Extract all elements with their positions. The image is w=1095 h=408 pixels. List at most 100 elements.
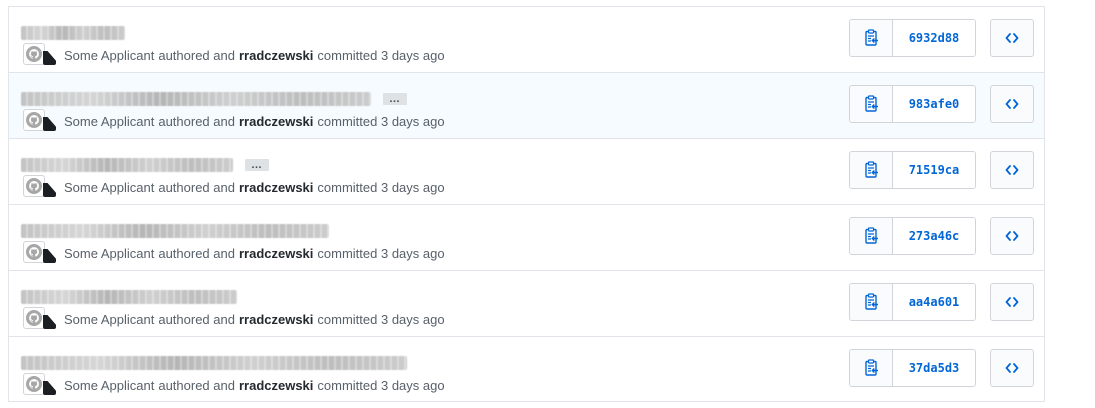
commit-title-redacted[interactable] — [21, 224, 329, 238]
commit-title-redacted[interactable] — [21, 92, 371, 106]
code-icon — [1005, 99, 1019, 109]
commit-title-wrap: … — [21, 156, 269, 174]
github-avatar-icon — [26, 244, 42, 260]
authored-text: authored and — [158, 47, 235, 63]
commit-sha-link[interactable]: 983afe0 — [893, 86, 975, 122]
avatar[interactable] — [23, 373, 45, 395]
commit-title-redacted[interactable] — [21, 356, 407, 370]
avatar[interactable] — [23, 241, 45, 263]
authored-text: authored and — [158, 311, 235, 327]
code-icon — [1005, 363, 1019, 373]
commit-sha-link[interactable]: 273a46c — [893, 218, 975, 254]
commit-list: Some Applicant authored and rradczewski … — [8, 6, 1045, 402]
committed-time-text: committed 3 days ago — [317, 179, 445, 195]
copy-sha-button[interactable] — [850, 350, 893, 386]
commit-title-wrap — [21, 24, 125, 42]
browse-repo-button[interactable] — [990, 151, 1034, 189]
authored-text: authored and — [158, 113, 235, 129]
clipboard-copy-icon — [865, 359, 878, 376]
commit-title-redacted[interactable] — [21, 158, 233, 172]
sha-button-group: aa4a601 — [849, 283, 976, 321]
code-icon — [1005, 165, 1019, 175]
commit-title-wrap: … — [21, 90, 407, 108]
avatar-group — [23, 175, 57, 199]
committer-avatar[interactable] — [43, 51, 56, 65]
clipboard-copy-icon — [865, 227, 878, 244]
commit-committer[interactable]: rradczewski — [239, 312, 313, 327]
avatar[interactable] — [23, 43, 45, 65]
commit-row: Some Applicant authored and rradczewski … — [9, 271, 1044, 337]
commit-row: Some Applicant authored and rradczewski … — [9, 337, 1044, 401]
committed-time-text: committed 3 days ago — [317, 377, 445, 393]
commit-meta: Some Applicant authored and rradczewski … — [23, 241, 445, 265]
copy-sha-button[interactable] — [850, 20, 893, 56]
avatar[interactable] — [23, 109, 45, 131]
committed-time-text: committed 3 days ago — [317, 113, 445, 129]
committer-avatar[interactable] — [43, 117, 56, 131]
commit-author[interactable]: Some Applicant — [64, 312, 154, 327]
commit-title-redacted[interactable] — [21, 26, 125, 40]
browse-repo-button[interactable] — [990, 349, 1034, 387]
commit-committer[interactable]: rradczewski — [239, 246, 313, 261]
copy-sha-button[interactable] — [850, 284, 893, 320]
commit-row: … Some Applicant authored and rradczewsk… — [9, 73, 1044, 139]
authored-text: authored and — [158, 377, 235, 393]
commit-author[interactable]: Some Applicant — [64, 246, 154, 261]
committer-avatar[interactable] — [43, 183, 56, 197]
commit-author[interactable]: Some Applicant — [64, 114, 154, 129]
commit-committer[interactable]: rradczewski — [239, 114, 313, 129]
browse-repo-button[interactable] — [990, 85, 1034, 123]
github-avatar-icon — [26, 178, 42, 194]
committed-time-text: committed 3 days ago — [317, 245, 445, 261]
commit-meta: Some Applicant authored and rradczewski … — [23, 373, 445, 397]
github-avatar-icon — [26, 376, 42, 392]
commit-committer[interactable]: rradczewski — [239, 180, 313, 195]
avatar-group — [23, 307, 57, 331]
commit-committer[interactable]: rradczewski — [239, 48, 313, 63]
commit-row: Some Applicant authored and rradczewski … — [9, 7, 1044, 73]
clipboard-copy-icon — [865, 29, 878, 46]
committed-time-text: committed 3 days ago — [317, 311, 445, 327]
commit-title-redacted[interactable] — [21, 290, 237, 304]
avatar-group — [23, 43, 57, 67]
github-avatar-icon — [26, 310, 42, 326]
code-icon — [1005, 297, 1019, 307]
committed-time-text: committed 3 days ago — [317, 47, 445, 63]
committer-avatar[interactable] — [43, 315, 56, 329]
commit-author[interactable]: Some Applicant — [64, 48, 154, 63]
clipboard-copy-icon — [865, 293, 878, 310]
committer-avatar[interactable] — [43, 249, 56, 263]
committer-avatar[interactable] — [43, 381, 56, 395]
sha-button-group: 6932d88 — [849, 19, 976, 57]
commit-row: … Some Applicant authored and rradczewsk… — [9, 139, 1044, 205]
sha-button-group: 71519ca — [849, 151, 976, 189]
commit-meta: Some Applicant authored and rradczewski … — [23, 307, 445, 331]
avatar[interactable] — [23, 307, 45, 329]
commit-sha-link[interactable]: 37da5d3 — [893, 350, 975, 386]
commit-author[interactable]: Some Applicant — [64, 378, 154, 393]
commit-sha-link[interactable]: aa4a601 — [893, 284, 975, 320]
copy-sha-button[interactable] — [850, 86, 893, 122]
browse-repo-button[interactable] — [990, 217, 1034, 255]
expand-message-button[interactable]: … — [245, 159, 269, 171]
sha-button-group: 983afe0 — [849, 85, 976, 123]
avatar[interactable] — [23, 175, 45, 197]
avatar-group — [23, 241, 57, 265]
commit-row: Some Applicant authored and rradczewski … — [9, 205, 1044, 271]
commit-sha-link[interactable]: 71519ca — [893, 152, 975, 188]
commit-committer[interactable]: rradczewski — [239, 378, 313, 393]
code-icon — [1005, 231, 1019, 241]
browse-repo-button[interactable] — [990, 19, 1034, 57]
authored-text: authored and — [158, 179, 235, 195]
copy-sha-button[interactable] — [850, 218, 893, 254]
expand-message-button[interactable]: … — [383, 93, 407, 105]
avatar-group — [23, 109, 57, 133]
commit-sha-link[interactable]: 6932d88 — [893, 20, 975, 56]
clipboard-copy-icon — [865, 95, 878, 112]
avatar-group — [23, 373, 57, 397]
commit-author[interactable]: Some Applicant — [64, 180, 154, 195]
browse-repo-button[interactable] — [990, 283, 1034, 321]
copy-sha-button[interactable] — [850, 152, 893, 188]
sha-button-group: 37da5d3 — [849, 349, 976, 387]
commit-title-wrap — [21, 222, 329, 240]
